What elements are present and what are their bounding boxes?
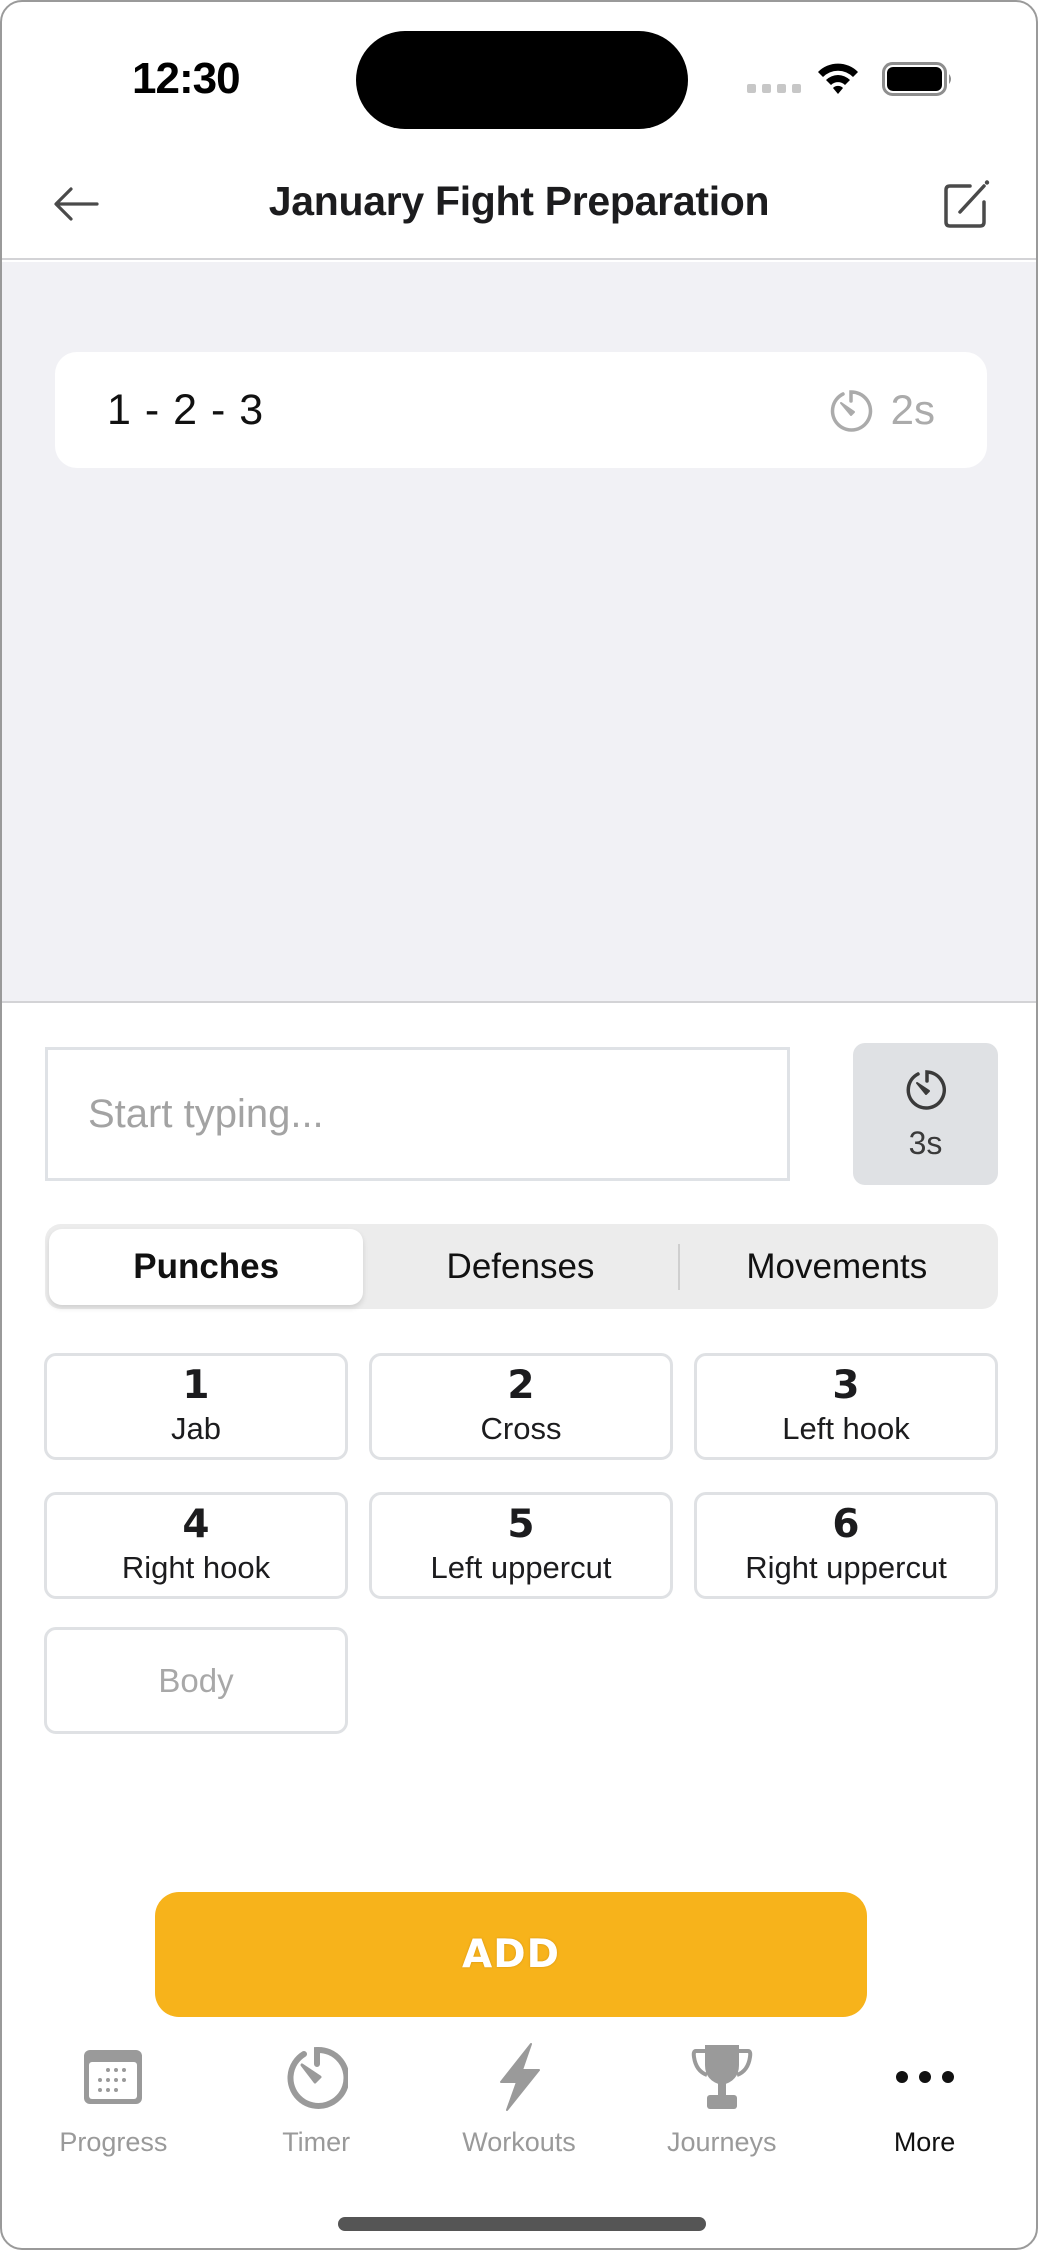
tab-label: Timer <box>282 2127 351 2157</box>
combo-list: 1 - 2 - 3 2s <box>2 262 1036 1003</box>
timer-icon <box>830 390 872 432</box>
dynamic-island <box>356 31 688 129</box>
phone-screen: 12:30 January Fight Preparation 1 - 2 - … <box>0 0 1038 2250</box>
edit-button[interactable] <box>936 174 996 234</box>
segment-punches[interactable]: Punches <box>49 1228 364 1305</box>
square-pencil-icon <box>944 180 990 228</box>
punch-number: 5 <box>507 1501 535 1547</box>
combo-list-item[interactable]: 1 - 2 - 3 2s <box>55 352 987 468</box>
punch-name: Left uppercut <box>430 1549 612 1585</box>
punch-button-cross[interactable]: 2 Cross <box>369 1353 673 1460</box>
cellular-signal-icon <box>747 84 801 93</box>
status-time: 12:30 <box>132 54 241 103</box>
tab-label: Workouts <box>462 2127 576 2157</box>
punch-button-right-uppercut[interactable]: 6 Right uppercut <box>694 1492 998 1599</box>
timer-icon <box>287 2046 349 2109</box>
body-modifier-button[interactable]: Body <box>44 1627 348 1734</box>
combo-text: 1 - 2 - 3 <box>107 385 265 434</box>
battery-icon <box>882 62 951 96</box>
tab-label: Journeys <box>667 2127 777 2157</box>
combo-duration-text: 2s <box>890 386 935 433</box>
tab-more[interactable]: More <box>825 2037 1025 2187</box>
wifi-icon <box>818 63 858 94</box>
tab-label: Progress <box>59 2127 168 2157</box>
punch-name: Cross <box>480 1410 562 1446</box>
tab-journeys[interactable]: Journeys <box>622 2037 822 2187</box>
trophy-icon <box>691 2045 753 2109</box>
tab-label: More <box>893 2127 956 2157</box>
page-title: January Fight Preparation <box>268 178 770 224</box>
punch-button-jab[interactable]: 1 Jab <box>44 1353 348 1460</box>
punch-number: 6 <box>832 1501 860 1547</box>
punch-grid: 1 Jab 2 Cross 3 Left hook 4 Right hook 5… <box>44 1353 999 1599</box>
punch-name: Right uppercut <box>745 1549 947 1585</box>
duration-button-label: 3s <box>908 1124 943 1161</box>
punch-button-right-hook[interactable]: 4 Right hook <box>44 1492 348 1599</box>
punch-number: 1 <box>182 1362 210 1408</box>
tab-timer[interactable]: Timer <box>216 2037 416 2187</box>
timer-icon <box>906 1069 946 1110</box>
more-dots-icon <box>895 2071 954 2083</box>
home-indicator[interactable] <box>338 2217 706 2231</box>
punch-name: Left hook <box>782 1410 910 1446</box>
punch-name: Jab <box>171 1410 221 1446</box>
category-segmented-control: Punches Defenses Movements <box>45 1224 998 1309</box>
combo-input[interactable] <box>88 1091 787 1137</box>
combo-duration: 2s <box>827 386 935 434</box>
punch-number: 2 <box>507 1362 535 1408</box>
tab-bar: Progress Timer Workouts Journeys More <box>2 2037 1036 2187</box>
segment-defenses[interactable]: Defenses <box>363 1229 677 1305</box>
punch-name: Right hook <box>121 1549 271 1585</box>
duration-button[interactable]: 3s <box>853 1043 998 1185</box>
add-button[interactable]: ADD <box>155 1892 867 2017</box>
punch-button-left-uppercut[interactable]: 5 Left uppercut <box>369 1492 673 1599</box>
punch-number: 3 <box>832 1362 860 1408</box>
segment-movements[interactable]: Movements <box>680 1229 994 1305</box>
combo-input-field[interactable] <box>45 1047 790 1181</box>
tab-workouts[interactable]: Workouts <box>419 2037 619 2187</box>
nav-header: January Fight Preparation <box>2 152 1036 260</box>
punch-number: 4 <box>182 1501 210 1547</box>
tab-progress[interactable]: Progress <box>13 2037 213 2187</box>
calendar-icon <box>84 2050 143 2104</box>
punch-button-left-hook[interactable]: 3 Left hook <box>694 1353 998 1460</box>
lightning-bolt-icon <box>499 2043 540 2111</box>
status-bar: 12:30 <box>2 2 1036 152</box>
